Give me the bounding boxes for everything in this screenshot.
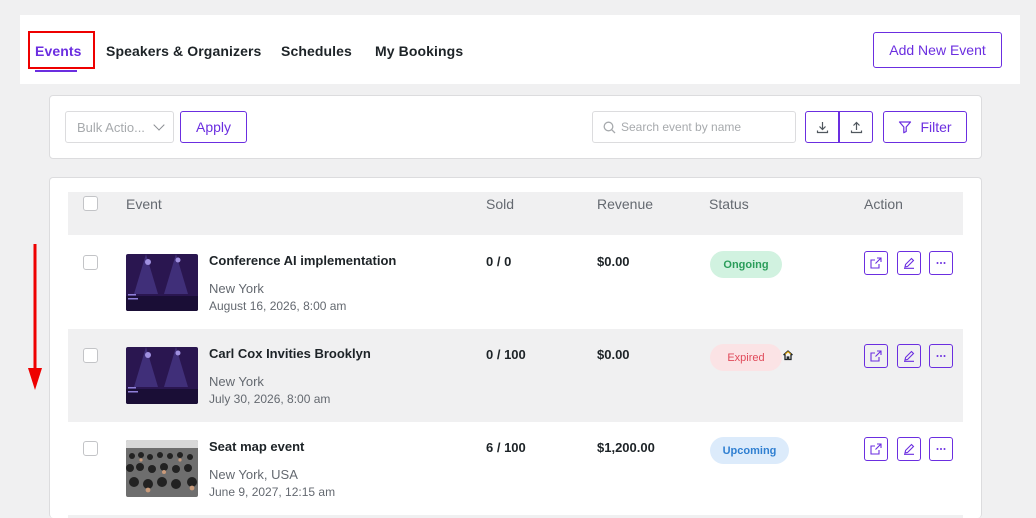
revenue-value: $1,200.00 bbox=[597, 440, 655, 455]
bulk-actions-placeholder: Bulk Actio... bbox=[77, 119, 145, 135]
event-date: August 16, 2026, 8:00 am bbox=[209, 299, 347, 313]
events-toolbar: Bulk Actio... Apply Search event by name… bbox=[49, 95, 982, 159]
open-link-button[interactable] bbox=[864, 344, 888, 368]
pencil-icon bbox=[904, 350, 915, 362]
column-action: Action bbox=[864, 196, 903, 212]
filter-label: Filter bbox=[920, 119, 952, 135]
ellipsis-icon bbox=[936, 262, 946, 264]
search-input[interactable]: Search event by name bbox=[592, 111, 796, 143]
ellipsis-icon bbox=[936, 355, 946, 357]
events-table: Event Sold Revenue Status Action Confere… bbox=[49, 177, 982, 518]
active-tab-indicator bbox=[35, 70, 77, 72]
table-header: Event Sold Revenue Status Action bbox=[68, 192, 963, 235]
event-name[interactable]: Carl Cox Invities Brooklyn bbox=[209, 346, 371, 361]
revenue-value: $0.00 bbox=[597, 254, 630, 269]
table-row: Conference AI implementation New York Au… bbox=[68, 236, 963, 329]
download-icon bbox=[816, 121, 828, 133]
column-sold: Sold bbox=[486, 196, 515, 212]
open-link-button[interactable] bbox=[864, 437, 888, 461]
status-badge: Upcoming bbox=[710, 437, 789, 464]
upload-button[interactable] bbox=[839, 111, 873, 143]
external-link-icon bbox=[870, 350, 882, 362]
more-options-button[interactable] bbox=[929, 251, 953, 275]
table-row: Carl Cox Invities Brooklyn New York July… bbox=[68, 329, 963, 422]
filter-icon bbox=[899, 121, 912, 134]
event-location: New York, USA bbox=[209, 467, 298, 482]
recurring-house-icon bbox=[783, 350, 793, 361]
column-status: Status bbox=[709, 196, 749, 212]
event-location: New York bbox=[209, 374, 264, 389]
tab-my-bookings[interactable]: My Bookings bbox=[375, 43, 463, 59]
filter-button[interactable]: Filter bbox=[883, 111, 967, 143]
event-location: New York bbox=[209, 281, 264, 296]
status-badge: Ongoing bbox=[710, 251, 782, 278]
external-link-icon bbox=[870, 443, 882, 455]
more-options-button[interactable] bbox=[929, 437, 953, 461]
event-date: July 30, 2026, 8:00 am bbox=[209, 392, 331, 406]
apply-button[interactable]: Apply bbox=[180, 111, 247, 143]
pencil-icon bbox=[904, 257, 915, 269]
event-thumbnail[interactable] bbox=[126, 254, 198, 311]
edit-button[interactable] bbox=[897, 437, 921, 461]
add-new-event-button[interactable]: Add New Event bbox=[873, 32, 1002, 68]
event-name[interactable]: Conference AI implementation bbox=[209, 253, 396, 268]
annotation-highlight-box bbox=[28, 31, 95, 69]
status-badge: Expired bbox=[710, 344, 782, 371]
open-link-button[interactable] bbox=[864, 251, 888, 275]
ellipsis-icon bbox=[936, 448, 946, 450]
download-button[interactable] bbox=[805, 111, 839, 143]
sold-count: 6 / 100 bbox=[486, 440, 526, 455]
edit-button[interactable] bbox=[897, 344, 921, 368]
external-link-icon bbox=[870, 257, 882, 269]
event-thumbnail[interactable] bbox=[126, 347, 198, 404]
event-thumbnail[interactable] bbox=[126, 440, 198, 497]
sold-count: 0 / 0 bbox=[486, 254, 512, 269]
row-checkbox[interactable] bbox=[83, 348, 98, 363]
bulk-actions-select[interactable]: Bulk Actio... bbox=[65, 111, 174, 143]
revenue-value: $0.00 bbox=[597, 347, 630, 362]
event-name[interactable]: Seat map event bbox=[209, 439, 304, 454]
annotation-arrow-down-icon bbox=[28, 244, 42, 390]
sold-count: 0 / 100 bbox=[486, 347, 526, 362]
tab-schedules[interactable]: Schedules bbox=[281, 43, 352, 59]
upload-icon bbox=[850, 121, 862, 133]
column-revenue: Revenue bbox=[597, 196, 654, 212]
column-event: Event bbox=[126, 196, 162, 212]
edit-button[interactable] bbox=[897, 251, 921, 275]
search-placeholder: Search event by name bbox=[621, 120, 742, 134]
chevron-down-icon bbox=[153, 119, 165, 131]
tab-speakers-organizers[interactable]: Speakers & Organizers bbox=[106, 43, 261, 59]
event-date: June 9, 2027, 12:15 am bbox=[209, 485, 336, 499]
select-all-checkbox[interactable] bbox=[83, 196, 98, 211]
search-icon bbox=[603, 121, 616, 134]
more-options-button[interactable] bbox=[929, 344, 953, 368]
row-checkbox[interactable] bbox=[83, 255, 98, 270]
row-checkbox[interactable] bbox=[83, 441, 98, 456]
table-row: Seat map event New York, USA June 9, 202… bbox=[68, 422, 963, 515]
pencil-icon bbox=[904, 443, 915, 455]
